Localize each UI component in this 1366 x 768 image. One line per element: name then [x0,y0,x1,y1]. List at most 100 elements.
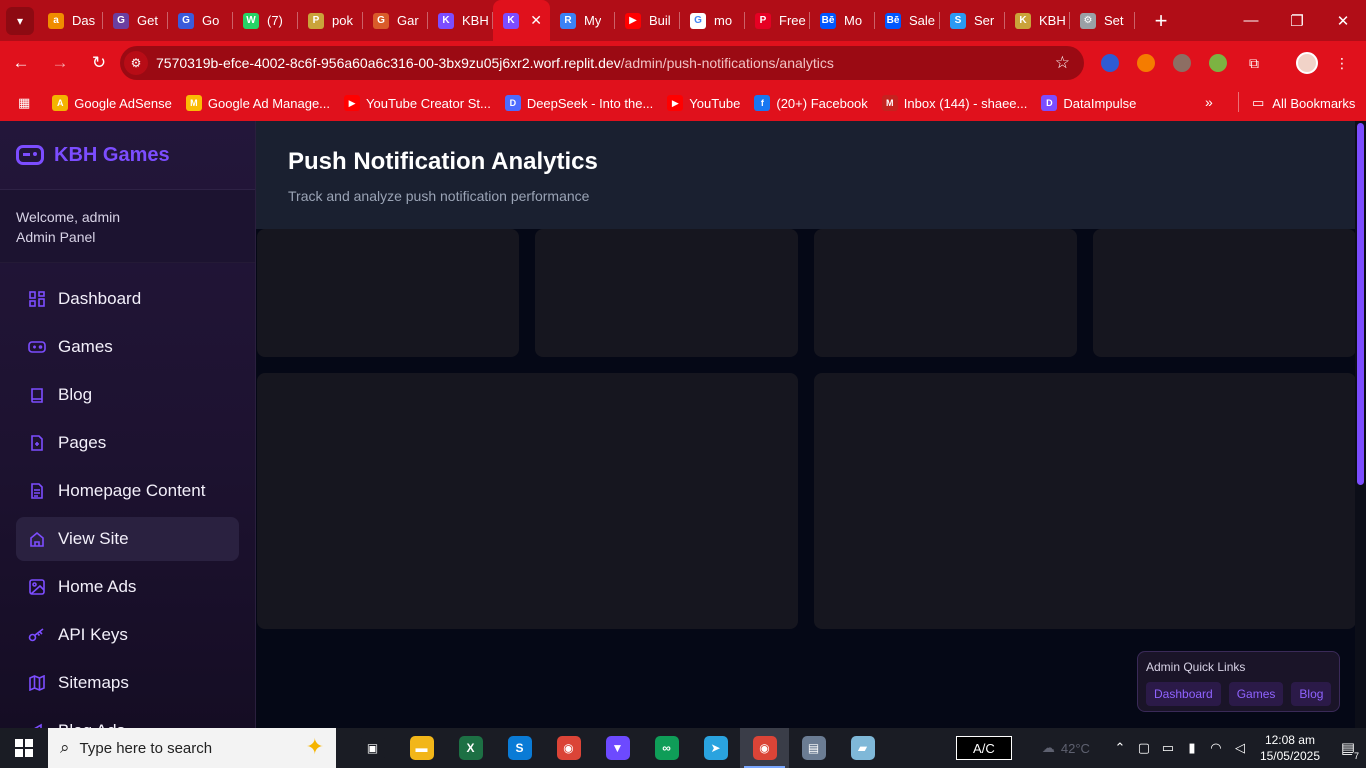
bookmark-item[interactable]: A Google AdSense [52,95,172,111]
profile-avatar[interactable] [1295,51,1319,75]
quick-link-dashboard[interactable]: Dashboard [1146,682,1221,706]
browser-tab[interactable]: G Gar [363,0,428,41]
google-icon: G [690,12,706,29]
browser-tab[interactable]: ⚙ Set [1070,0,1135,41]
notification-count: 7 [1351,751,1361,761]
bookmark-label: (20+) Facebook [776,95,868,111]
browser-tab[interactable]: ▶ Buil [615,0,680,41]
quick-link-blog[interactable]: Blog [1291,682,1332,706]
taskbar-app[interactable]: X [446,728,495,768]
apps-grid-icon[interactable]: ▦ [18,95,30,111]
more-bookmarks-icon[interactable]: » [1205,94,1213,110]
address-bar[interactable]: ⚙ 7570319b-efce-4002-8c6f-956a60a6c316-0… [120,46,1084,80]
close-tab-icon[interactable]: ✕ [530,12,542,29]
new-tab-button[interactable]: + [1147,8,1175,34]
battery-saver-icon[interactable]: ▮ [1180,740,1204,756]
minimize-button[interactable]: — [1228,0,1274,41]
copilot-sparkle-icon[interactable]: ✦ [306,734,324,760]
taskbar-app[interactable]: ▰ [838,728,887,768]
sidebar-item-blog-ads[interactable]: Blog Ads [16,709,239,728]
browser-menu-icon[interactable]: ⋮ [1330,51,1354,75]
taskbar-app[interactable]: ▤ [789,728,838,768]
bookmark-item[interactable]: ▶ YouTube Creator St... [344,95,491,111]
browser-tab[interactable]: Bē Mo [810,0,875,41]
reload-button[interactable]: ↻ [81,45,117,81]
battery-icon[interactable]: ▭ [1156,740,1180,756]
scrollbar-thumb[interactable] [1357,123,1364,485]
back-button[interactable]: ← [3,45,39,81]
meet-now-icon[interactable]: ▢ [1132,740,1156,756]
ac-indicator[interactable]: A/C [955,736,1012,760]
bookmark-item[interactable]: M Inbox (144) - shaee... [881,95,1027,111]
restore-button[interactable]: ❐ [1274,0,1320,41]
browser-tab[interactable]: a Das [38,0,103,41]
pokemon-icon: K [1015,12,1031,29]
browser-tab[interactable]: R My [550,0,615,41]
role-text: Admin Panel [16,229,96,245]
browser-tab[interactable]: Ppok [298,0,363,41]
browser-tab[interactable]: Bē Sale [875,0,940,41]
bookmark-item[interactable]: ▶ YouTube [667,95,740,111]
taskbar-search[interactable]: ⌕ Type here to search ✦ [48,728,336,768]
browser-tab[interactable]: G Go [168,0,233,41]
brand-header[interactable]: KBH Games [0,121,255,190]
sidebar-item-blog[interactable]: Blog [16,373,239,417]
taskbar-app[interactable]: ▬ [397,728,446,768]
sidebar-item-dashboard[interactable]: Dashboard [16,277,239,321]
sidebar-item-games[interactable]: Games [16,325,239,369]
all-bookmarks-folder[interactable]: ▭ All Bookmarks [1252,95,1355,111]
chevron-up-icon[interactable]: ⌃ [1108,740,1132,756]
close-window-button[interactable]: ✕ [1320,0,1366,41]
sidebar-item-view-site[interactable]: View Site [16,517,239,561]
sidebar-item-sitemaps[interactable]: Sitemaps [16,661,239,705]
notification-center-icon[interactable]: ▤ 7 [1330,739,1366,761]
extensions-puzzle-icon[interactable]: ⧉ [1242,51,1266,75]
extension-seo-icon[interactable] [1098,51,1122,75]
dashboard-icon [28,290,46,308]
volume-icon[interactable]: ◁ [1228,740,1252,756]
amazon-icon: a [48,12,64,29]
taskbar-app[interactable]: ➤ [691,728,740,768]
bookmark-list: A Google AdSense M Google Ad Manage... ▶ YouT… [52,95,1150,111]
sidebar-item-homepage-content[interactable]: Homepage Content [16,469,239,513]
sidebar-item-pages[interactable]: Pages [16,421,239,465]
tab-title: Gar [397,13,419,28]
tab-search-button[interactable]: ▾ [6,6,34,35]
gmail-icon: M [881,95,898,111]
browser-tab[interactable]: W (7) [233,0,298,41]
sidebar-item-home-ads[interactable]: Home Ads [16,565,239,609]
browser-tab[interactable]: K KBH [428,0,493,41]
browser-tab[interactable]: Gmo [680,0,745,41]
weather-widget[interactable]: ☁ 42°C [1042,740,1090,756]
taskbar-app[interactable]: ∞ [642,728,691,768]
wifi-icon[interactable]: ◠ [1204,740,1228,756]
extension-firefox-icon[interactable] [1134,51,1158,75]
url-text[interactable]: 7570319b-efce-4002-8c6f-956a60a6c316-00-… [156,55,834,71]
home-icon [28,530,46,548]
browser-tab[interactable]: P Free [745,0,810,41]
page-scrollbar[interactable] [1355,121,1366,728]
forward-button[interactable]: → [42,45,78,81]
taskbar-app[interactable]: ◉ [740,728,789,768]
bookmark-item[interactable]: f (20+) Facebook [754,95,868,111]
sidebar-item-api-keys[interactable]: API Keys [16,613,239,657]
taskbar-app[interactable]: ▼ [593,728,642,768]
browser-tab[interactable]: K ✕ [493,0,550,41]
bookmark-item[interactable]: M Google Ad Manage... [185,95,330,111]
taskbar-app[interactable]: S [495,728,544,768]
taskbar-app[interactable]: ◉ [544,728,593,768]
extension-color-icon[interactable] [1206,51,1230,75]
site-info-icon[interactable]: ⚙ [124,51,148,75]
start-button[interactable] [0,728,48,768]
bookmark-star-icon[interactable]: ☆ [1055,53,1070,73]
taskbar-app[interactable]: ▣ [348,728,397,768]
url-path: /admin/push-notifications/analytics [620,55,834,71]
bookmark-item[interactable]: D DeepSeek - Into the... [504,95,653,111]
browser-tab[interactable]: K KBH [1005,0,1070,41]
browser-tab[interactable]: G Get [103,0,168,41]
browser-tab[interactable]: S Ser [940,0,1005,41]
system-clock[interactable]: 12:08 am 15/05/2025 [1260,732,1320,764]
extension-cookie-icon[interactable] [1170,51,1194,75]
bookmark-item[interactable]: D DataImpulse [1041,95,1136,111]
quick-link-games[interactable]: Games [1228,682,1284,706]
